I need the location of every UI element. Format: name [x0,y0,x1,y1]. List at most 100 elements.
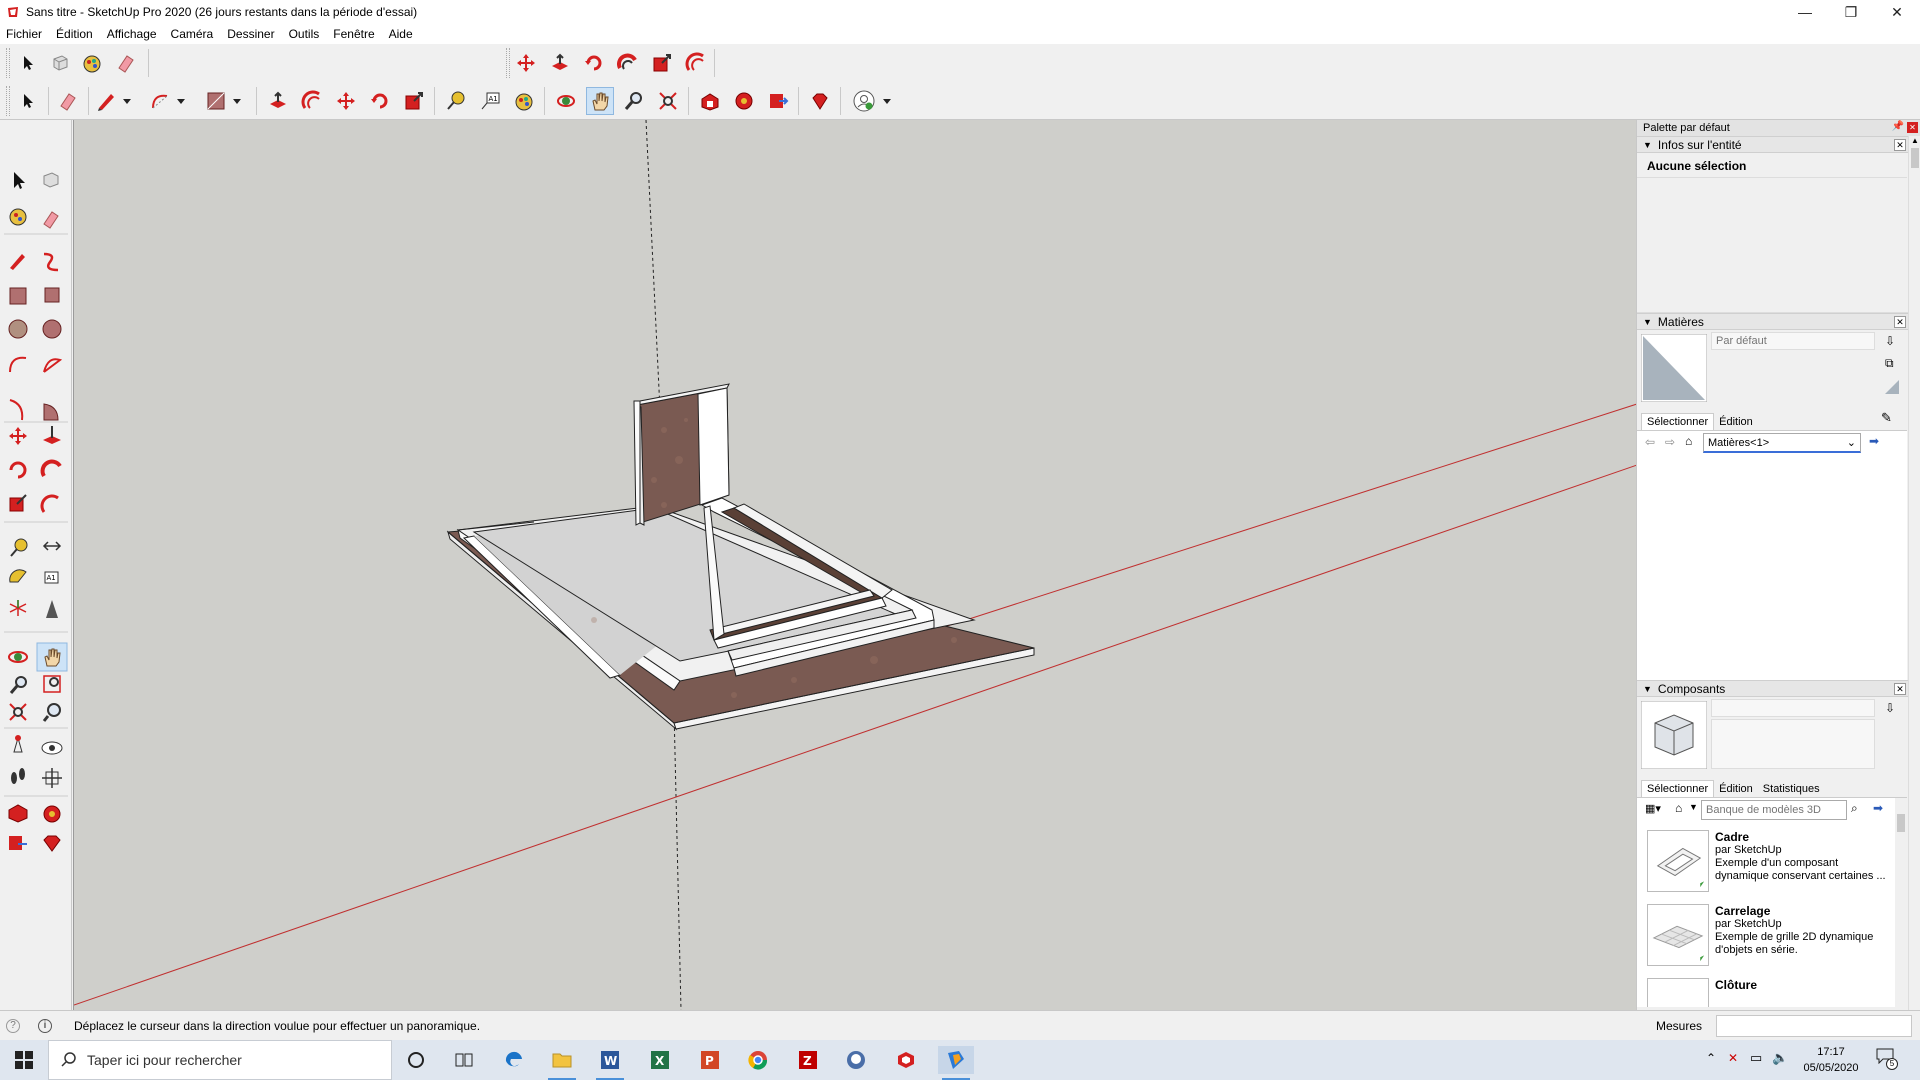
push-pull-button[interactable] [546,49,574,77]
tray-close-button[interactable]: ✕ [1907,122,1918,133]
components-tab-stats[interactable]: Statistiques [1758,781,1825,797]
volume-icon[interactable]: 🔈 [1772,1050,1788,1066]
details-arrow-icon[interactable]: ➡ [1873,801,1883,815]
components-header[interactable]: ▼ Composants ✕ [1637,680,1920,697]
account-button[interactable] [850,87,878,115]
components-search-input[interactable] [1701,800,1847,820]
paint-bucket-button[interactable] [78,49,106,77]
drawing-viewport[interactable] [73,120,1636,1010]
eraser-button[interactable] [112,49,140,77]
details-arrow-icon[interactable]: ➡ [1869,434,1879,448]
github-app[interactable] [838,1046,874,1074]
restore-button[interactable]: ❐ [1828,0,1874,24]
monitor-icon[interactable]: ▭ [1750,1050,1762,1066]
text-button[interactable]: A1 [476,87,504,115]
material-swatch-preview[interactable] [1641,334,1707,402]
eyedropper-icon[interactable]: ✎ [1881,410,1892,426]
chrome-app[interactable] [740,1046,776,1074]
view-options-icon[interactable]: ▦▾ [1645,802,1661,815]
materials-library-select[interactable]: Matières<1> ⌄ [1703,433,1861,453]
materials-header[interactable]: ▼ Matières ✕ [1637,313,1920,330]
extension-manager-button[interactable] [806,87,834,115]
scrollbar-thumb[interactable] [1911,148,1919,168]
home-icon[interactable]: ⌂ [1675,801,1682,815]
rotate-button[interactable] [580,49,608,77]
tray-scrollbar[interactable]: ▲ [1908,136,1920,1010]
excel-app[interactable]: X [642,1046,678,1074]
menu-outils[interactable]: Outils [289,27,320,41]
make-component-button[interactable] [46,49,74,77]
line-button[interactable] [92,87,120,115]
entity-info-header[interactable]: ▼ Infos sur l'entité ✕ [1637,136,1920,153]
start-button[interactable] [0,1040,48,1080]
cortana-button[interactable] [398,1046,434,1074]
clock[interactable]: 17:17 05/05/2020 [1796,1044,1866,1076]
components-tab-select[interactable]: Sélectionner [1641,780,1715,797]
orbit-button[interactable] [552,87,580,115]
pin-icon[interactable]: 📌 [1892,121,1904,132]
move-button[interactable] [332,87,360,115]
component-name-field[interactable] [1711,699,1875,717]
sample-paint-icon[interactable]: ⧉ [1885,356,1894,371]
home-icon[interactable]: ⌂ [1685,434,1692,448]
select-tool-button[interactable] [14,49,42,77]
zoom-button[interactable] [620,87,648,115]
minimize-button[interactable]: — [1782,0,1828,24]
sketchup-pro-app[interactable] [938,1046,974,1080]
materials-tab-select[interactable]: Sélectionner [1641,413,1715,430]
search-icon[interactable]: ⌕ [1851,801,1858,816]
file-explorer-app[interactable] [544,1046,580,1080]
scale-button[interactable] [648,49,676,77]
menu-fichier[interactable]: Fichier [6,27,42,41]
filezilla-app[interactable]: Z [790,1046,826,1074]
powerpoint-app[interactable]: P [692,1046,728,1074]
zoom-extents-button[interactable] [654,87,682,115]
arc-dropdown-button[interactable] [174,87,188,115]
eraser-button[interactable] [54,87,82,115]
panel-close-icon[interactable]: ✕ [1894,316,1906,328]
materials-tab-edit[interactable]: Édition [1714,414,1758,430]
create-material-icon[interactable]: ⇩ [1885,334,1895,348]
rectangle-button[interactable] [202,87,230,115]
toolbar-grip[interactable] [6,86,10,116]
account-dropdown-button[interactable] [880,87,894,115]
back-arrow-icon[interactable]: ⇦ [1645,435,1655,449]
component-options-icon[interactable]: ⇩ [1885,701,1895,715]
menu-edition[interactable]: Édition [56,27,93,41]
scrollbar-thumb[interactable] [1897,814,1905,832]
line-dropdown-button[interactable] [120,87,134,115]
scale-button[interactable] [400,87,428,115]
task-view-button[interactable] [446,1046,482,1074]
follow-me-button[interactable] [614,49,642,77]
push-pull-button[interactable] [264,87,292,115]
offset-button[interactable] [298,87,326,115]
info-icon[interactable]: i [38,1018,52,1033]
scroll-up-icon[interactable]: ▲ [1911,136,1919,145]
components-scrollbar[interactable] [1895,798,1907,1007]
3d-warehouse-button[interactable] [696,87,724,115]
component-item[interactable]: Cadre par SketchUp Exemple d'un composan… [1647,828,1897,896]
extension-warehouse-button[interactable] [730,87,758,115]
forward-arrow-icon[interactable]: ⇨ [1665,435,1675,449]
component-item[interactable]: Clôture [1647,976,1897,1007]
taskbar-search-box[interactable]: Taper ici pour rechercher [48,1040,392,1080]
tray-overflow-icon[interactable]: ⌃ [1706,1051,1716,1065]
menu-aide[interactable]: Aide [389,27,413,41]
toolbar-grip[interactable] [506,48,510,78]
menu-affichage[interactable]: Affichage [107,27,157,41]
rotate-button[interactable] [366,87,394,115]
caret-down-icon[interactable]: ▼ [1689,802,1698,812]
edge-app[interactable] [496,1046,532,1074]
panel-close-icon[interactable]: ✕ [1894,683,1906,695]
send-to-layout-button[interactable] [764,87,792,115]
notifications-button[interactable]: 5 [1876,1048,1902,1072]
close-button[interactable]: ✕ [1874,0,1920,24]
rectangle-dropdown-button[interactable] [230,87,244,115]
offset-button[interactable] [682,49,710,77]
component-description-field[interactable] [1711,719,1875,769]
component-item[interactable]: Carrelage par SketchUp Exemple de grille… [1647,902,1897,970]
menu-dessiner[interactable]: Dessiner [227,27,274,41]
arc-button[interactable] [146,87,174,115]
select-button[interactable] [14,87,42,115]
material-name-field[interactable] [1711,332,1875,350]
